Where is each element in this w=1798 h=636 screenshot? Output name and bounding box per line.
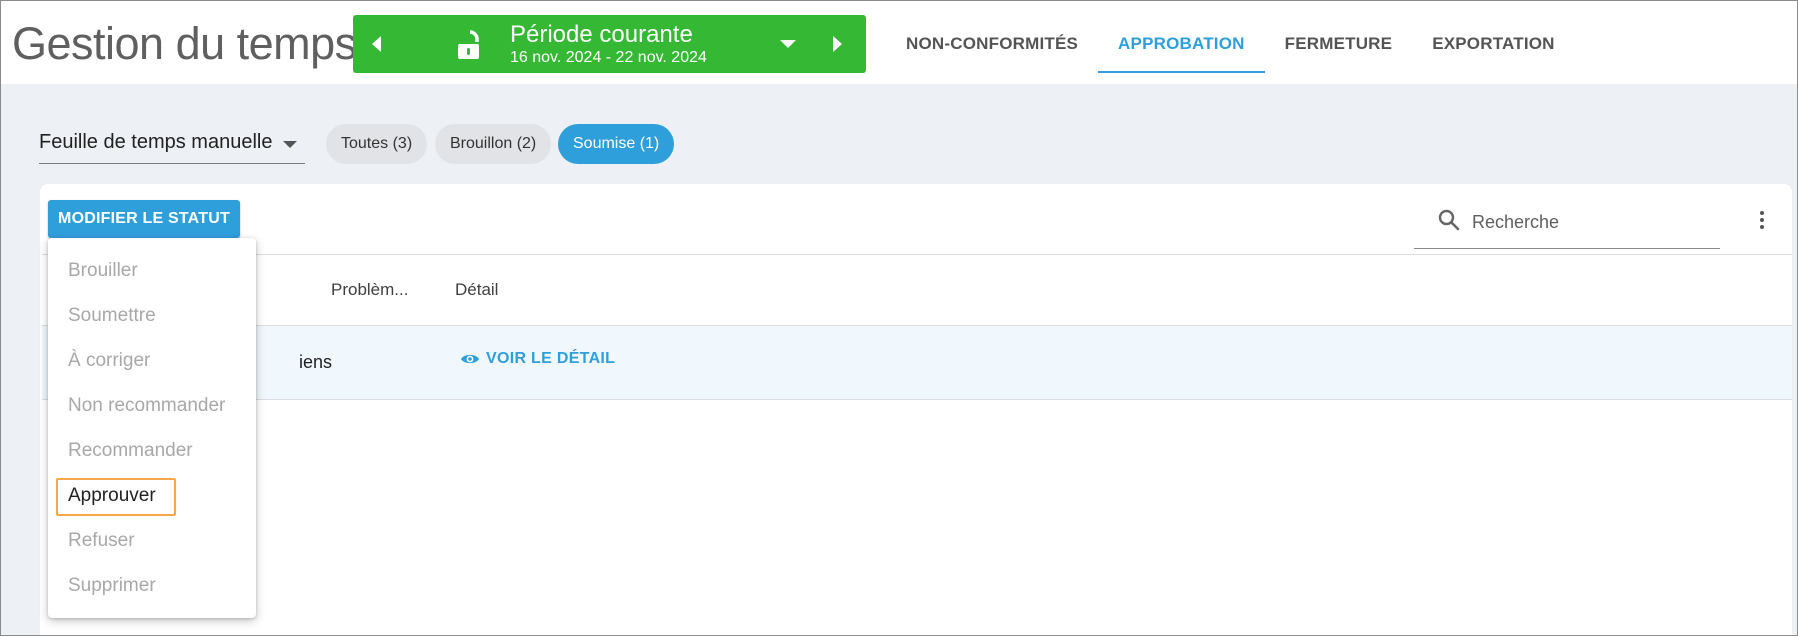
period-dropdown-button[interactable] xyxy=(773,29,803,59)
filter-chip-all[interactable]: Toutes (3) xyxy=(326,124,428,164)
chevron-left-icon xyxy=(371,36,381,52)
tab-fermeture[interactable]: FERMETURE xyxy=(1265,0,1413,72)
chevron-down-icon xyxy=(780,40,796,48)
unlock-icon xyxy=(458,30,479,59)
status-dropdown-menu: Brouiller Soumettre À corriger Non recom… xyxy=(48,238,256,618)
divider xyxy=(42,399,1792,400)
tab-exportation[interactable]: EXPORTATION xyxy=(1412,0,1574,72)
tab-approbation[interactable]: APPROBATION xyxy=(1098,0,1265,73)
timesheet-type-value: Feuille de temps manuelle xyxy=(39,131,273,153)
menu-item-brouiller[interactable]: Brouiller xyxy=(68,260,138,282)
app-title: Gestion du temps xyxy=(12,18,357,69)
period-title: Période courante xyxy=(510,21,693,48)
next-period-button[interactable] xyxy=(822,29,852,59)
search-input[interactable] xyxy=(1470,209,1704,235)
row-name-cell: iens xyxy=(299,352,333,372)
filter-chip-submitted[interactable]: Soumise (1) xyxy=(558,124,675,164)
period-selector[interactable]: Période courante 16 nov. 2024 - 22 nov. … xyxy=(353,15,866,73)
column-header-detail[interactable]: Détail xyxy=(455,280,498,300)
more-options-icon[interactable] xyxy=(1752,206,1772,232)
timesheet-card xyxy=(40,184,1792,636)
eye-icon xyxy=(461,354,479,364)
menu-item-recommander[interactable]: Recommander xyxy=(68,440,193,462)
search-box xyxy=(1414,201,1720,249)
main-tabs: NON-CONFORMITÉS APPROBATION FERMETURE EX… xyxy=(886,0,1575,74)
view-detail-link[interactable]: VOIR LE DÉTAIL xyxy=(460,350,615,368)
chevron-right-icon xyxy=(832,36,842,52)
divider xyxy=(42,254,1792,255)
table-row[interactable]: iens VOIR LE DÉTAIL xyxy=(42,326,1792,399)
menu-item-non-recommander[interactable]: Non recommander xyxy=(68,395,225,417)
menu-item-a-corriger[interactable]: À corriger xyxy=(68,350,150,372)
view-detail-label: VOIR LE DÉTAIL xyxy=(486,350,616,367)
menu-item-approuver[interactable]: Approuver xyxy=(68,485,156,507)
previous-period-button[interactable] xyxy=(361,29,391,59)
tab-non-conformites[interactable]: NON-CONFORMITÉS xyxy=(886,0,1098,72)
app-header: Gestion du temps Période courante 16 nov… xyxy=(0,0,1798,84)
timesheet-type-select[interactable]: Feuille de temps manuelle xyxy=(39,127,305,164)
menu-item-supprimer[interactable]: Supprimer xyxy=(68,575,156,597)
search-icon xyxy=(1438,209,1460,231)
menu-item-refuser[interactable]: Refuser xyxy=(68,530,135,552)
filter-chip-draft[interactable]: Brouillon (2) xyxy=(435,124,552,164)
period-date-range: 16 nov. 2024 - 22 nov. 2024 xyxy=(510,49,707,66)
menu-item-soumettre[interactable]: Soumettre xyxy=(68,305,156,327)
caret-down-icon xyxy=(283,141,297,148)
modify-status-button[interactable]: MODIFIER LE STATUT xyxy=(48,200,240,238)
column-header-problems[interactable]: Problèm... xyxy=(331,280,408,300)
